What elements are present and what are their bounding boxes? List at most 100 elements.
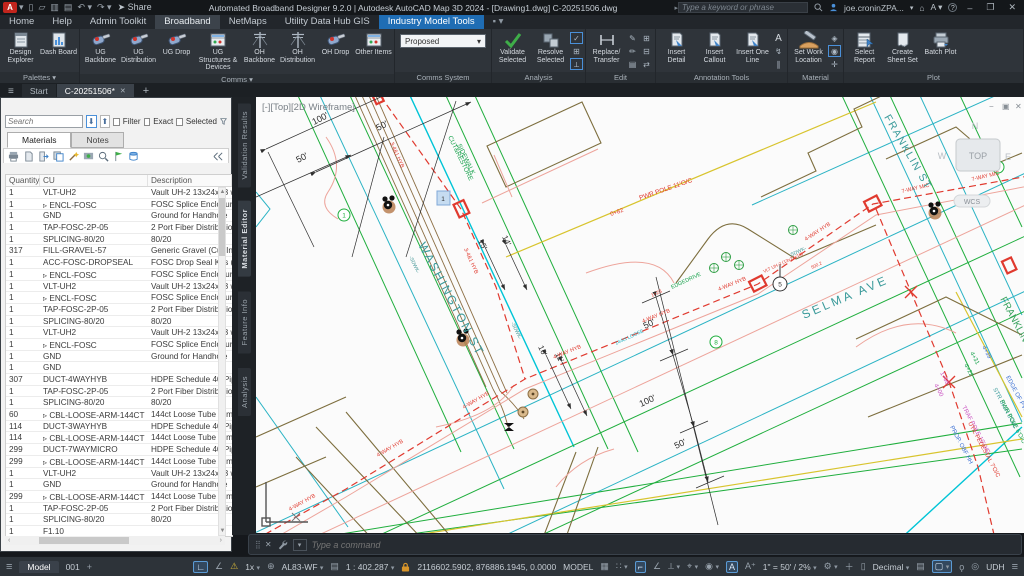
viewcube-north[interactable]: N	[972, 121, 979, 131]
polar-tracking-icon[interactable]: ∠	[653, 561, 661, 572]
undo-icon[interactable]: ↶ ▾	[77, 2, 92, 13]
table-vertical-scrollbar[interactable]: ▲ ▼	[218, 187, 226, 536]
validate-small-icon[interactable]: ✓	[570, 32, 583, 44]
table-header[interactable]: Quantity CU Description	[6, 175, 232, 187]
grid-display-icon[interactable]: ∟	[193, 561, 208, 573]
table-row[interactable]: 1SPLICING-80/2080/20	[6, 397, 232, 409]
table-row[interactable]: 317FILL-GRAVEL-57Generic Gravel (Cu. In)	[6, 245, 232, 257]
export-icon[interactable]	[38, 151, 49, 162]
search-up-button[interactable]: ⬆	[100, 115, 111, 128]
set-work-location-button[interactable]: Set Work Location	[790, 30, 827, 65]
table-row[interactable]: 1▹ ENCL-FOSCFOSC Splice Enclosure for H	[6, 292, 232, 304]
zoom-factor[interactable]: 1x ▾	[245, 562, 260, 572]
scale-sheet-icon[interactable]: ▤	[330, 561, 339, 572]
coordinate-system[interactable]: AL83-WF ▾	[282, 562, 324, 572]
ribbon-options-icon[interactable]: ▪ ▾	[484, 15, 513, 29]
command-line[interactable]: ⣿ ✕ ▾	[248, 534, 1022, 555]
file-tab-menu-icon[interactable]: ≡	[0, 86, 22, 97]
col-quantity[interactable]: Quantity	[6, 175, 40, 186]
side-tab-validation-results[interactable]: Validation Results	[238, 103, 251, 187]
insert-callout-button[interactable]: Insert Callout	[696, 30, 733, 65]
database-icon[interactable]	[128, 151, 139, 162]
col-cu[interactable]: CU	[40, 175, 148, 186]
table-row[interactable]: 1ACC-FOSC-DROPSEALFOSC Drop Seal Kits (1…	[6, 257, 232, 269]
table-row[interactable]: 1VLT-UH2Vault UH-2 13x24x18 with 2	[6, 468, 232, 480]
oh-drop-button[interactable]: OH Drop	[317, 30, 354, 58]
side-tab-feature-info[interactable]: Feature Info	[238, 291, 251, 353]
table-row[interactable]: 1VLT-UH2Vault UH-2 13x24x18 with 2	[6, 281, 232, 293]
app-store-icon[interactable]: ⌂	[919, 3, 924, 13]
annotation-visibility-icon[interactable]: A	[726, 561, 738, 573]
drawing-canvas[interactable]: 1 8 6 5 1 100' 50' 50' 15' 14' 16' 11' 5…	[256, 97, 1024, 533]
table-row[interactable]: 1▹ ENCL-FOSCFOSC Splice Enclosure for H	[6, 339, 232, 351]
autoscale-icon[interactable]: A⁺	[745, 561, 756, 572]
table-row[interactable]: 1VLT-UH2Vault UH-2 13x24x18 with 2	[6, 327, 232, 339]
print-icon[interactable]	[8, 151, 19, 162]
redo-icon[interactable]: ↷ ▾	[97, 2, 112, 13]
signed-in-user[interactable]: joe.croninZPA...	[844, 3, 904, 13]
udh-indicator[interactable]: UDH	[986, 562, 1004, 572]
design-explorer-button[interactable]: Design Explorer	[2, 30, 39, 65]
open-file-icon[interactable]: ▱	[38, 2, 45, 13]
scroll-right-icon[interactable]: ›	[217, 537, 225, 544]
swap-icon[interactable]: ⇄	[640, 58, 653, 70]
insert-detail-button[interactable]: Insert Detail	[658, 30, 695, 65]
table-row[interactable]: 1TAP-FOSC-2P-052 Port Fiber Distribution…	[6, 304, 232, 316]
file-tab-start[interactable]: Start	[22, 84, 56, 97]
materials-search-input[interactable]	[5, 115, 83, 128]
object-snap-tracking-icon[interactable]: ⌖ ▾	[687, 561, 698, 572]
text-tool-icon[interactable]: A	[772, 32, 785, 44]
align-icon[interactable]: ▤	[626, 58, 639, 70]
validate-selected-button[interactable]: Validate Selected	[494, 30, 531, 65]
oh-backbone-button[interactable]: OH Backbone	[241, 30, 278, 65]
tab-notes[interactable]: Notes	[71, 132, 123, 148]
table-row[interactable]: 1GNDGround for Handhole	[6, 479, 232, 491]
viewport-label[interactable]: [-][Top][2D Wireframe]	[262, 102, 355, 113]
ortho-mode-icon[interactable]: ⌐	[635, 561, 646, 573]
panel-title-palettes[interactable]: Palettes ▾	[0, 72, 79, 83]
zoom-to-icon[interactable]	[98, 151, 109, 162]
col-description[interactable]: Description	[148, 175, 232, 186]
new-layout-button[interactable]: +	[87, 562, 92, 572]
leader-icon[interactable]: ↯	[772, 45, 785, 57]
autodesk-a-icon[interactable]: A ▾	[931, 2, 943, 13]
snap-grid-icon[interactable]: ∷ ▾	[616, 561, 628, 572]
table-row[interactable]: 1GND	[6, 362, 232, 374]
table-row[interactable]: 1SPLICING-80/2080/20	[6, 316, 232, 328]
minimize-button[interactable]: –	[963, 3, 976, 13]
units-sheet-icon[interactable]: ▯	[861, 561, 866, 572]
scroll-up-icon[interactable]: ▲	[219, 188, 226, 196]
tab-admin-toolkit[interactable]: Admin Toolkit	[81, 15, 155, 29]
filter-funnel-icon[interactable]	[220, 117, 227, 126]
layout-001-tab[interactable]: 001	[66, 562, 80, 572]
ug-distribution-button[interactable]: UG Distribution	[120, 30, 157, 65]
side-tab-material-editor[interactable]: Material Editor	[238, 201, 251, 277]
comms-system-dropdown[interactable]: Proposed▾	[400, 34, 486, 48]
user-dropdown-icon[interactable]: ▾	[910, 4, 914, 12]
viewport-close-icon[interactable]: ✕	[1015, 102, 1022, 111]
isolate-objects-icon[interactable]: ▢ ▾	[932, 560, 953, 573]
copy-table-icon[interactable]	[53, 151, 64, 162]
table-row[interactable]: 1TAP-FOSC-2P-052 Port Fiber Distribution…	[6, 222, 232, 234]
viewport-minimize-icon[interactable]: −	[989, 102, 994, 111]
share-button[interactable]: ➤ Share	[118, 2, 152, 13]
model-tab[interactable]: Model	[19, 561, 58, 573]
position-lock-icon[interactable]	[401, 562, 410, 572]
table-row[interactable]: 114DUCT-3WAYHYBHDPE Schedule 40 Pipe (1)	[6, 421, 232, 433]
plot-icon[interactable]: ▤	[64, 2, 73, 13]
ug-drop-button[interactable]: UG Drop	[158, 30, 195, 58]
highlight-icon[interactable]: ✏	[626, 45, 639, 57]
dashboard-button[interactable]: Dash Board	[40, 30, 77, 58]
layers-small-icon[interactable]: ⊞	[570, 45, 583, 57]
search-icon[interactable]	[814, 3, 823, 12]
annotation-scale[interactable]: 1" = 50' / 2% ▾	[763, 562, 817, 572]
wcs-menu[interactable]: WCS	[964, 199, 981, 206]
material-pick-icon[interactable]: ◉	[828, 45, 841, 57]
tab-netmaps[interactable]: NetMaps	[220, 15, 276, 29]
create-sheet-set-button[interactable]: Create Sheet Set	[884, 30, 921, 65]
save-icon[interactable]: ▥	[50, 2, 59, 13]
pole-check-small-icon[interactable]: ⟂	[570, 58, 583, 70]
viewcube-west[interactable]: W	[938, 151, 947, 161]
command-close-icon[interactable]: ✕	[265, 540, 272, 549]
filter-checkbox[interactable]	[113, 118, 120, 126]
